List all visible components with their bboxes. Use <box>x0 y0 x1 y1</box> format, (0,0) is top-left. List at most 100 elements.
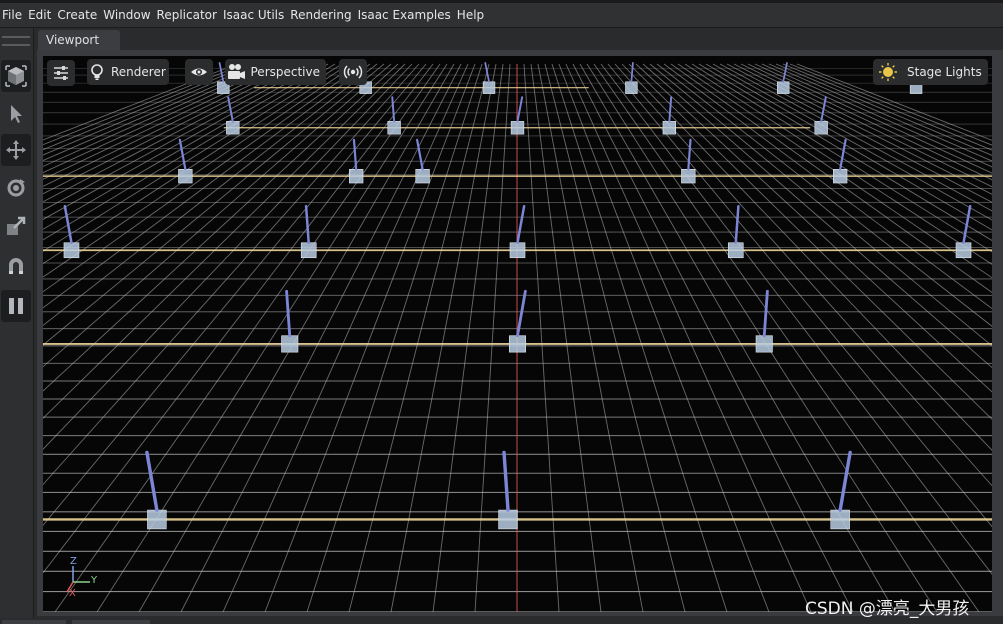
rotate-tool-button[interactable] <box>1 172 31 204</box>
visibility-button[interactable] <box>185 59 213 85</box>
camera-button[interactable]: Perspective <box>225 59 326 85</box>
robot-pole <box>838 450 852 512</box>
grid-line-vertical <box>43 63 420 486</box>
stage-tool-button[interactable] <box>1 60 31 92</box>
grid-line-vertical <box>656 63 992 327</box>
robot-base <box>415 169 430 184</box>
move-icon <box>6 140 26 160</box>
grid-line-vertical <box>43 63 245 146</box>
grid-line-vertical <box>705 63 992 231</box>
menu-bar: File Edit Create Window Replicator Isaac… <box>0 0 1003 28</box>
robot-pole <box>516 205 526 244</box>
robot-pole <box>734 205 740 244</box>
grid-line-vertical <box>43 63 301 195</box>
settings-sliders-icon <box>54 66 68 80</box>
select-tool-button[interactable] <box>1 98 31 130</box>
move-tool-button[interactable] <box>1 134 31 166</box>
robot-pole <box>391 96 396 123</box>
broadcast-button[interactable] <box>339 59 367 85</box>
robot-pole <box>687 138 692 171</box>
grid-line-vertical <box>43 63 315 211</box>
robot-base <box>727 242 744 259</box>
robot-base <box>147 509 167 530</box>
grid-line-vertical <box>43 63 364 293</box>
grid-line-vertical <box>754 63 992 174</box>
robot-pole <box>502 450 510 512</box>
viewport-settings-button[interactable] <box>47 60 75 86</box>
grid-line-vertical <box>43 63 273 167</box>
robot-base <box>498 509 518 530</box>
robot-base <box>625 81 638 94</box>
robot-base <box>662 121 677 135</box>
renderer-label: Renderer <box>111 65 166 79</box>
eye-icon <box>191 68 207 76</box>
scale-tool-button[interactable] <box>1 210 31 242</box>
robot-pole <box>145 450 159 512</box>
lightbulb-icon <box>91 64 103 80</box>
robot-base <box>833 169 848 184</box>
grid-line-vertical <box>43 63 252 151</box>
axis-gizmo: Z Y X <box>63 554 103 602</box>
grid-line-vertical <box>43 63 392 368</box>
robot-base <box>814 121 828 135</box>
grid-line-vertical <box>43 63 294 187</box>
broadcast-icon <box>343 65 363 79</box>
watermark-text: CSDN @漂亮_大男孩 <box>805 599 970 619</box>
menu-rendering[interactable]: Rendering <box>288 4 355 26</box>
bottom-tab-2[interactable] <box>72 620 150 624</box>
menu-window[interactable]: Window <box>101 4 154 26</box>
pause-button[interactable] <box>1 290 31 322</box>
grid-line-vertical <box>43 63 399 392</box>
pause-icon <box>9 298 23 314</box>
grid-line-vertical <box>43 63 308 203</box>
stage-lights-button[interactable]: Stage Lights <box>873 59 988 85</box>
toolbar-grip[interactable] <box>2 36 30 46</box>
robot-base <box>178 169 193 184</box>
grid-line-vertical <box>642 63 992 369</box>
tab-strip: Viewport <box>34 28 1003 50</box>
robot-base <box>226 121 240 135</box>
grid-line-vertical <box>796 63 992 141</box>
menu-edit[interactable]: Edit <box>26 4 55 26</box>
snap-tool-button[interactable] <box>1 250 31 282</box>
robot-base <box>509 242 526 259</box>
robot-base <box>349 169 364 184</box>
snap-magnet-icon <box>9 258 23 274</box>
grid-line-vertical <box>789 63 992 146</box>
viewport-canvas[interactable]: Renderer Perspective Stage Lights Z Y X <box>43 56 992 612</box>
renderer-button[interactable]: Renderer <box>87 59 169 85</box>
grid-line-vertical <box>43 63 413 450</box>
bottom-tab-1[interactable] <box>2 620 66 624</box>
camera-label: Perspective <box>250 65 321 79</box>
select-arrow-icon <box>11 105 22 123</box>
scene-view <box>43 62 992 612</box>
menu-replicator[interactable]: Replicator <box>155 4 221 26</box>
robot-base <box>300 242 317 259</box>
robot-base <box>482 81 496 94</box>
robot-pole <box>516 96 524 123</box>
robot-pole <box>352 138 358 171</box>
tab-viewport[interactable]: Viewport <box>38 30 120 50</box>
menu-create[interactable]: Create <box>55 4 101 26</box>
menu-help[interactable]: Help <box>455 4 488 26</box>
grid-line-vertical <box>43 63 406 419</box>
robot-base <box>63 242 80 259</box>
robot-pole <box>227 96 234 123</box>
menu-isaac-examples[interactable]: Isaac Examples <box>356 4 455 26</box>
robot-base <box>755 335 773 353</box>
robot-base <box>510 121 525 135</box>
grid-line-vertical <box>670 63 992 294</box>
stage-lights-label: Stage Lights <box>907 65 982 79</box>
rotate-icon <box>7 179 25 197</box>
robot-pole <box>839 138 847 171</box>
robot-pole <box>668 96 673 123</box>
robot-base <box>387 121 401 135</box>
menu-file[interactable]: File <box>0 4 26 26</box>
grid-line-vertical <box>740 63 992 188</box>
camera-icon <box>227 64 245 79</box>
grid-line-vertical <box>712 63 992 221</box>
grid-line-vertical <box>621 63 992 451</box>
menu-isaac-utils[interactable]: Isaac Utils <box>221 4 288 26</box>
robot-base <box>830 509 850 530</box>
robot-pole <box>630 62 634 83</box>
